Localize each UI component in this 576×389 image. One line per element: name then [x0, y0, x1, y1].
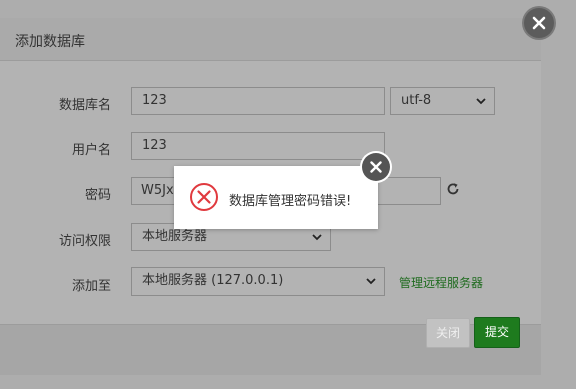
manage-remote-servers-link[interactable]: 管理远程服务器	[399, 274, 483, 291]
db-name-label: 数据库名	[58, 98, 111, 113]
close-icon	[532, 16, 546, 30]
add-to-label: 添加至	[71, 279, 111, 294]
dialog-close-button[interactable]	[524, 8, 554, 38]
refresh-icon[interactable]	[446, 182, 460, 196]
dialog-header: 添加数据库	[0, 18, 541, 61]
add-to-select[interactable]: 本地服务器 (127.0.0.1)	[131, 267, 385, 296]
chevron-down-icon	[366, 278, 376, 285]
password-label: 密码	[84, 188, 111, 203]
toast-close-button[interactable]	[362, 153, 390, 181]
dialog-title: 添加数据库	[15, 34, 85, 50]
submit-button[interactable]: 提交	[474, 317, 520, 348]
db-name-input[interactable]: 123	[131, 87, 385, 115]
access-value: 本地服务器	[142, 229, 208, 244]
close-button[interactable]: 关闭	[426, 318, 470, 348]
chevron-down-icon	[312, 234, 322, 241]
access-label: 访问权限	[58, 234, 111, 249]
chevron-down-icon	[476, 98, 486, 105]
error-toast: 数据库管理密码错误!	[174, 166, 378, 229]
add-to-value: 本地服务器 (127.0.0.1)	[142, 273, 284, 288]
charset-value: utf-8	[401, 93, 432, 108]
toast-message: 数据库管理密码错误!	[229, 194, 352, 209]
username-input[interactable]: 123	[131, 132, 385, 160]
close-icon	[370, 161, 382, 173]
username-label: 用户名	[71, 143, 111, 158]
charset-select[interactable]: utf-8	[390, 87, 495, 115]
error-circle-icon	[190, 183, 218, 211]
